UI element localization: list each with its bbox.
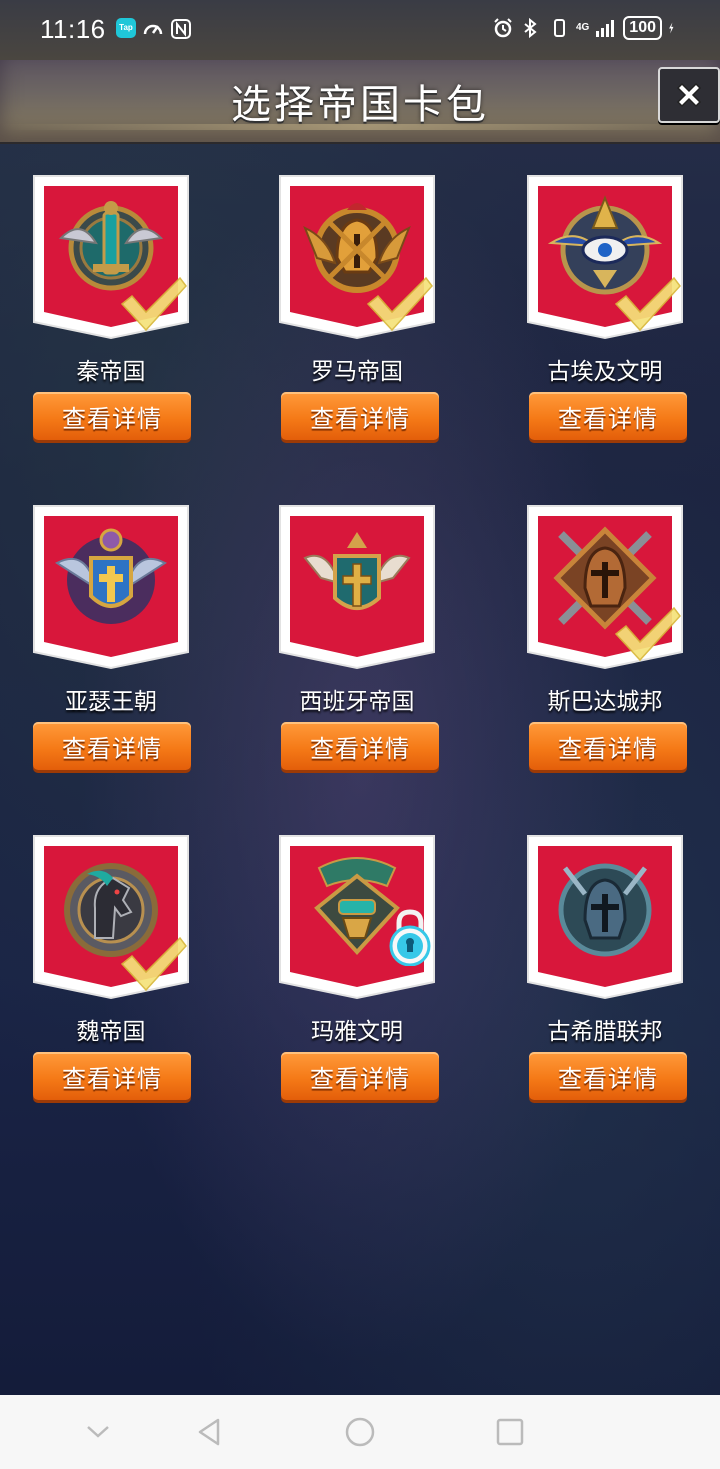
empire-name: 古希腊联邦 xyxy=(547,1019,663,1045)
empire-name: 秦帝国 xyxy=(76,359,146,385)
checkmark-icon xyxy=(366,276,433,332)
close-button[interactable] xyxy=(658,67,720,123)
speed-gauge-icon xyxy=(143,24,163,35)
empire-pack-item: 古希腊联邦 查看详情 xyxy=(496,830,720,1152)
page-title: 选择帝国卡包 xyxy=(231,82,489,128)
view-details-button[interactable]: 查看详情 xyxy=(281,722,439,770)
status-time: 11:16 xyxy=(40,14,106,44)
empire-name: 玛雅文明 xyxy=(311,1019,403,1045)
charging-icon xyxy=(669,22,674,34)
empire-pack-item: 西班牙帝国 查看详情 xyxy=(248,500,496,822)
home-icon[interactable] xyxy=(342,1414,378,1450)
hide-icon[interactable] xyxy=(80,1414,116,1450)
empire-card[interactable] xyxy=(524,502,686,672)
checkmark-icon xyxy=(614,606,681,662)
back-icon[interactable] xyxy=(192,1414,228,1450)
empire-name: 斯巴达城邦 xyxy=(547,689,663,715)
navigation-bar xyxy=(0,1395,720,1469)
empire-pack-grid: 秦帝国 查看详情 罗马帝国 查看详情 古埃及文明 查看详情 亚瑟王朝 查看详情 … xyxy=(0,170,720,1152)
nfc-icon xyxy=(171,19,191,39)
view-details-button[interactable]: 查看详情 xyxy=(281,1052,439,1100)
empire-card[interactable] xyxy=(30,832,192,1002)
empire-pack-item: 斯巴达城邦 查看详情 xyxy=(496,500,720,822)
empire-card[interactable] xyxy=(524,172,686,342)
empire-card[interactable] xyxy=(276,502,438,672)
network-type-label: 4G xyxy=(575,22,590,33)
signal-icon xyxy=(596,20,615,37)
empire-pack-item: 罗马帝国 查看详情 xyxy=(248,170,496,492)
empire-card[interactable] xyxy=(276,172,438,342)
checkmark-icon xyxy=(614,276,681,332)
empire-pack-item: 玛雅文明 查看详情 xyxy=(248,830,496,1152)
alarm-icon xyxy=(494,18,512,38)
view-details-button[interactable]: 查看详情 xyxy=(281,392,439,440)
empire-name: 罗马帝国 xyxy=(311,359,403,385)
empire-pack-item: 古埃及文明 查看详情 xyxy=(496,170,720,492)
empire-pack-item: 魏帝国 查看详情 xyxy=(0,830,248,1152)
view-details-button[interactable]: 查看详情 xyxy=(33,1052,191,1100)
close-icon xyxy=(676,82,702,108)
bluetooth-icon xyxy=(524,17,537,39)
empire-pack-item: 亚瑟王朝 查看详情 xyxy=(0,500,248,822)
view-details-button[interactable]: 查看详情 xyxy=(33,722,191,770)
winged-shield-emblem xyxy=(55,528,167,624)
empire-name: 魏帝国 xyxy=(76,1019,146,1045)
empire-card[interactable] xyxy=(524,832,686,1002)
battery-level: 100 xyxy=(623,16,662,40)
empire-name: 古埃及文明 xyxy=(547,359,663,385)
view-details-button[interactable]: 查看详情 xyxy=(529,722,687,770)
empire-name: 西班牙帝国 xyxy=(299,689,415,715)
vibrate-icon xyxy=(553,19,565,37)
greek-helmet-emblem xyxy=(558,863,652,957)
view-details-button[interactable]: 查看详情 xyxy=(529,392,687,440)
status-bar: 11:16 Tap 4G 100 xyxy=(0,0,720,60)
view-details-button[interactable]: 查看详情 xyxy=(529,1052,687,1100)
taptap-app-icon: Tap xyxy=(116,18,136,38)
checkmark-icon xyxy=(120,276,187,332)
empire-card[interactable] xyxy=(30,502,192,672)
cross-shield-emblem xyxy=(303,532,411,610)
empire-card[interactable] xyxy=(276,832,438,1002)
recents-icon[interactable] xyxy=(492,1414,528,1450)
view-details-button[interactable]: 查看详情 xyxy=(33,392,191,440)
empire-card[interactable] xyxy=(30,172,192,342)
empire-pack-item: 秦帝国 查看详情 xyxy=(0,170,248,492)
lock-icon xyxy=(389,909,431,966)
checkmark-icon xyxy=(120,936,187,992)
empire-name: 亚瑟王朝 xyxy=(65,689,157,715)
